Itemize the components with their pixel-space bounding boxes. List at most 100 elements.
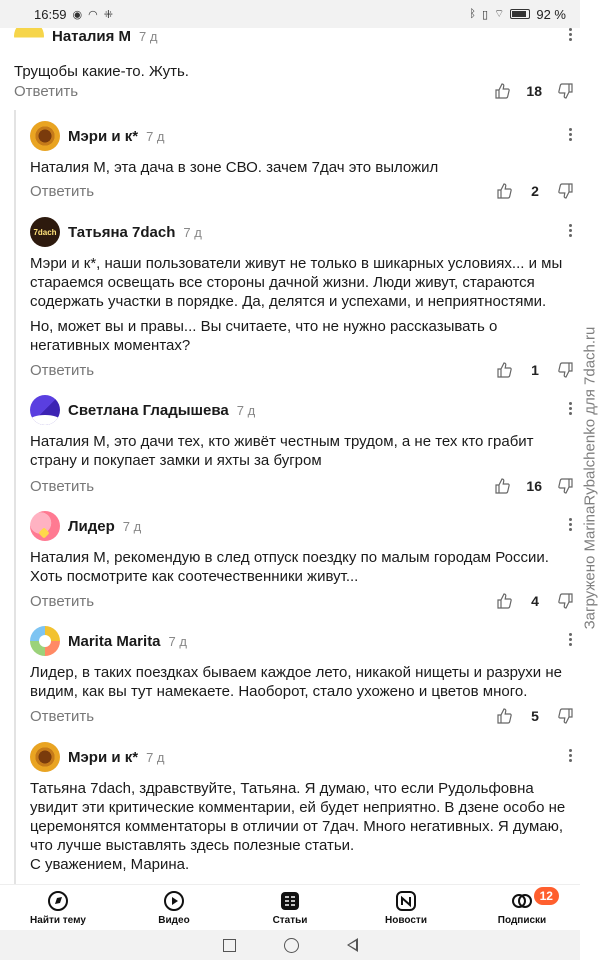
dislike-icon[interactable]: [558, 708, 574, 724]
like-icon[interactable]: [496, 593, 512, 609]
comment: Мэри и к* 7 д Наталия М, эта дача в зоне…: [30, 120, 580, 183]
system-navigation-bar: [0, 930, 580, 960]
like-count: 2: [531, 183, 539, 199]
avatar[interactable]: 7dach: [30, 217, 60, 247]
notification-icon: ◉: [72, 8, 83, 21]
like-count: 1: [531, 362, 539, 378]
comment-actions: Ответить 16: [30, 474, 580, 498]
comment: Мэри и к* 7 д Татьяна 7dach, здравствуйт…: [30, 741, 580, 880]
comment-text: Наталия М, эта дача в зоне СВО. зачем 7д…: [30, 159, 439, 176]
wifi-assist-icon: ◠: [88, 8, 98, 21]
battery-icon: [510, 9, 531, 19]
more-options-icon[interactable]: [569, 400, 572, 417]
comment-author[interactable]: Татьяна 7dach: [68, 224, 175, 241]
comment-text: Наталия М, рекомендую в след отпуск поез…: [30, 549, 549, 585]
like-icon[interactable]: [494, 83, 511, 99]
comment-author[interactable]: Мэри и к*: [68, 128, 138, 145]
comment-text: Наталия М, это дачи тех, кто живёт честн…: [30, 433, 534, 469]
reply-button[interactable]: Ответить: [30, 708, 94, 725]
comment-text: Мэри и к*, наши пользователи живут не то…: [30, 255, 563, 354]
comment-actions: Ответить 1: [30, 358, 580, 382]
more-options-icon[interactable]: [569, 126, 572, 143]
comment-time: 7 д: [183, 224, 202, 240]
tab-video[interactable]: Видео: [116, 885, 232, 930]
apps-icon: ⁜: [103, 8, 113, 21]
reply-button[interactable]: Ответить: [30, 183, 94, 200]
dislike-icon[interactable]: [558, 83, 574, 99]
play-icon: [164, 891, 184, 911]
reply-button[interactable]: Ответить: [14, 83, 78, 100]
comment-author[interactable]: Marita Marita: [68, 633, 161, 650]
comment-time: 7 д: [139, 28, 158, 44]
more-options-icon[interactable]: [569, 222, 572, 239]
tab-label: Статьи: [272, 915, 308, 926]
comment-author[interactable]: Наталия М: [52, 28, 131, 45]
dislike-icon[interactable]: [558, 183, 574, 199]
like-icon[interactable]: [496, 708, 512, 724]
comment: Светлана Гладышева 7 д Наталия М, это да…: [30, 394, 580, 476]
back-icon[interactable]: [346, 938, 358, 952]
comment-time: 7 д: [122, 518, 142, 534]
comment-time: 7 д: [146, 128, 165, 144]
avatar[interactable]: [30, 626, 60, 656]
tab-subscriptions[interactable]: 12 Подписки: [464, 885, 580, 930]
comment-time: 7 д: [168, 633, 187, 649]
dislike-icon[interactable]: [558, 478, 574, 494]
vibrate-icon: ▯: [481, 8, 489, 21]
like-count: 4: [531, 593, 539, 609]
notification-badge: 12: [533, 887, 559, 905]
tab-find-topic[interactable]: Найти тему: [0, 885, 116, 930]
watermark: Загружено MarinaRybalchenko для 7dach.ru: [581, 326, 599, 630]
like-count: 16: [526, 478, 542, 494]
comment: Лидер 7 д Наталия М, рекомендую в след о…: [30, 510, 580, 592]
comment-time: 7 д: [146, 749, 165, 765]
more-options-icon[interactable]: [569, 28, 572, 43]
wifi-icon: ⌔: [494, 8, 505, 20]
tab-label: Видео: [158, 915, 190, 926]
bluetooth-icon: ᛒ: [469, 8, 476, 20]
reply-button[interactable]: Ответить: [30, 593, 94, 610]
tab-label: Новости: [385, 915, 427, 926]
avatar[interactable]: [30, 742, 60, 772]
comment: 7dach Татьяна 7dach 7 д Мэри и к*, наши …: [30, 216, 580, 361]
dislike-icon[interactable]: [558, 593, 574, 609]
news-icon: [396, 891, 416, 911]
status-time: 16:59: [34, 6, 67, 22]
comment: Marita Marita 7 д Лидер, в таких поездка…: [30, 625, 580, 707]
comment-actions: Ответить 2: [30, 179, 580, 203]
compass-icon: [48, 891, 68, 911]
comment-author[interactable]: Светлана Гладышева: [68, 402, 229, 419]
status-bar: 16:59 ◉ ◠ ⁜ ᛒ ▯ ⌔ 92 %: [0, 0, 580, 28]
like-icon[interactable]: [496, 362, 512, 378]
like-count: 18: [526, 83, 542, 99]
recent-apps-icon[interactable]: [222, 938, 236, 952]
more-options-icon[interactable]: [569, 516, 572, 533]
reply-button[interactable]: Ответить: [30, 478, 94, 495]
like-icon[interactable]: [494, 478, 511, 494]
reply-button[interactable]: Ответить: [30, 362, 94, 379]
avatar[interactable]: [14, 28, 44, 51]
articles-icon: [281, 892, 299, 910]
comment-text: Лидер, в таких поездках бываем каждое ле…: [30, 664, 562, 700]
tab-label: Подписки: [497, 915, 547, 926]
tab-articles[interactable]: Статьи: [232, 885, 348, 930]
more-options-icon[interactable]: [569, 631, 572, 648]
comment-author[interactable]: Мэри и к*: [68, 749, 138, 766]
more-options-icon[interactable]: [569, 747, 572, 764]
avatar[interactable]: [30, 395, 60, 425]
bottom-tab-bar: Найти тему Видео Статьи Новости 12 Подпи…: [0, 884, 580, 930]
comment-author[interactable]: Лидер: [68, 518, 115, 535]
subscriptions-icon: [512, 894, 532, 908]
like-count: 5: [531, 708, 539, 724]
thread-line: [14, 110, 16, 884]
comment-time: 7 д: [236, 402, 256, 418]
comment-actions: Ответить 18: [14, 79, 580, 103]
home-icon[interactable]: [283, 937, 299, 953]
dislike-icon[interactable]: [558, 362, 574, 378]
avatar[interactable]: [30, 121, 60, 151]
like-icon[interactable]: [496, 183, 512, 199]
avatar[interactable]: [30, 511, 60, 541]
comments-feed[interactable]: Наталия М 7 д Трущобы какие-то. Жуть. От…: [0, 28, 580, 884]
tab-news[interactable]: Новости: [348, 885, 464, 930]
tab-label: Найти тему: [30, 915, 86, 926]
